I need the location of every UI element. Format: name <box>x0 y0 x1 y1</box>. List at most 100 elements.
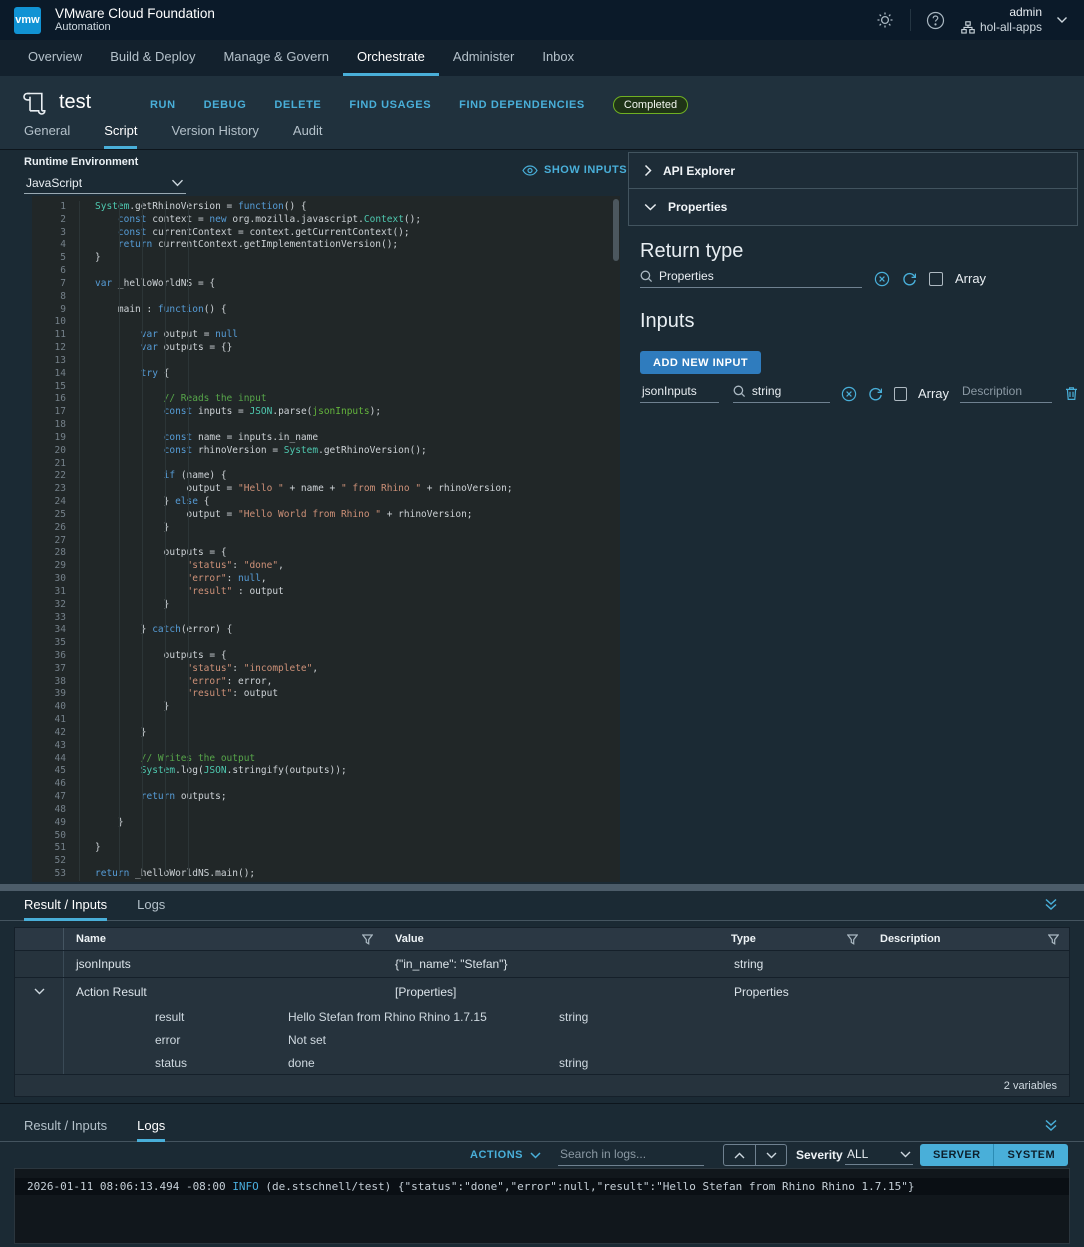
log-search-input[interactable] <box>558 1145 704 1166</box>
severity-select[interactable]: ALL <box>845 1145 913 1165</box>
filter-icon[interactable] <box>362 934 373 945</box>
code-line: 37 "status": "incomplete", <box>32 663 620 676</box>
refresh-icon[interactable] <box>868 386 883 401</box>
code-text <box>80 778 95 791</box>
result-inputs-panel: Result / Inputs Logs NameValueTypeDescrip… <box>0 891 1084 1103</box>
table-header: NameValueTypeDescription <box>15 928 1069 951</box>
theme-toggle-icon[interactable] <box>874 9 896 31</box>
code-line: 26 } <box>32 522 620 535</box>
panel-splitter[interactable] <box>0 884 1084 891</box>
return-array-checkbox[interactable] <box>929 272 943 286</box>
filter-icon[interactable] <box>847 934 858 945</box>
log-output[interactable]: 2026-01-11 08:06:13.494 -08:00 INFO (de.… <box>14 1168 1070 1244</box>
nav-item-inbox[interactable]: Inbox <box>528 40 588 76</box>
tab-audit[interactable]: Audit <box>293 123 323 149</box>
tab-version-history[interactable]: Version History <box>171 123 258 149</box>
nav-item-overview[interactable]: Overview <box>14 40 96 76</box>
code-line: 20 const rhinoVersion = System.getRhinoV… <box>32 445 620 458</box>
action-button-find-dependencies[interactable]: FIND DEPENDENCIES <box>459 99 585 111</box>
api-explorer-accordion[interactable]: API Explorer <box>628 152 1078 189</box>
code-line: 18 <box>32 419 620 432</box>
tab-result-inputs[interactable]: Result / Inputs <box>24 891 107 921</box>
line-number: 13 <box>32 355 80 368</box>
nav-item-orchestrate[interactable]: Orchestrate <box>343 40 439 76</box>
line-number: 34 <box>32 624 80 637</box>
line-number: 39 <box>32 688 80 701</box>
trash-icon[interactable] <box>1065 386 1078 401</box>
clear-icon[interactable] <box>874 271 890 287</box>
line-number: 36 <box>32 650 80 663</box>
vmw-logo: vmw <box>14 7 41 34</box>
nav-item-administer[interactable]: Administer <box>439 40 528 76</box>
logs-toolbar: ACTIONS Severity ALL SERVER SYSTEM ↑ ↓ <box>0 1142 1084 1168</box>
table-row[interactable]: resultHello Stefan from Rhino Rhino 1.7.… <box>15 1005 1069 1028</box>
input-name-field[interactable]: jsonInputs <box>640 384 719 403</box>
code-line: 21 <box>32 458 620 471</box>
user-menu[interactable]: admin hol-all-apps <box>961 5 1042 35</box>
code-line: 27 <box>32 535 620 548</box>
code-text: if (name) { <box>80 470 227 483</box>
line-number: 17 <box>32 406 80 419</box>
code-editor[interactable]: 1System.getRhinoVersion = function() {2 … <box>32 196 620 882</box>
collapse-panel-icon[interactable] <box>1044 897 1058 911</box>
tab-general[interactable]: General <box>24 123 70 149</box>
code-text: return _helloWorldNS.main(); <box>80 868 255 881</box>
brand: VMware Cloud Foundation Automation <box>55 6 215 34</box>
runtime-select[interactable]: JavaScript <box>24 174 186 194</box>
nav-item-build-deploy[interactable]: Build & Deploy <box>96 40 209 76</box>
action-button-run[interactable]: RUN <box>150 99 176 111</box>
tab-logs[interactable]: Logs <box>137 891 165 921</box>
main-nav: OverviewBuild & DeployManage & GovernOrc… <box>0 40 1084 76</box>
tab-logs[interactable]: Logs <box>137 1112 165 1142</box>
log-entry[interactable]: 2026-01-11 08:06:13.494 -08:00 INFO (de.… <box>15 1178 1069 1195</box>
collapse-panel-icon[interactable] <box>1044 1118 1058 1132</box>
chevron-down-icon <box>900 1151 911 1158</box>
code-text <box>80 381 95 394</box>
previous-match-button[interactable] <box>724 1145 755 1165</box>
tab-script[interactable]: Script <box>104 123 137 149</box>
add-new-input-button[interactable]: ADD NEW INPUT <box>640 351 761 374</box>
code-text: } <box>80 522 169 535</box>
sort-ascending-icon[interactable]: ↑ <box>1041 1147 1048 1163</box>
line-number: 7 <box>32 278 80 291</box>
line-number: 2 <box>32 214 80 227</box>
user-menu-chevron-icon[interactable] <box>1056 16 1068 24</box>
input-type-field[interactable]: string <box>733 384 831 403</box>
input-array-checkbox[interactable] <box>894 387 906 401</box>
refresh-icon[interactable] <box>902 271 917 286</box>
table-row[interactable]: errorNot set <box>15 1028 1069 1051</box>
table-row[interactable]: Action Result[Properties]Properties <box>15 978 1069 1005</box>
code-line: 45 System.log(JSON.stringify(outputs)); <box>32 765 620 778</box>
expand-caret-icon[interactable] <box>34 988 45 995</box>
code-line: 10 <box>32 316 620 329</box>
return-type-field[interactable]: Properties <box>640 269 862 288</box>
line-number: 51 <box>32 842 80 855</box>
actions-menu-button[interactable]: ACTIONS <box>470 1149 541 1161</box>
properties-accordion[interactable]: Properties <box>628 189 1078 226</box>
editor-scrollbar[interactable] <box>613 199 619 261</box>
action-button-delete[interactable]: DELETE <box>274 99 321 111</box>
clear-icon[interactable] <box>841 386 857 402</box>
tab-result-inputs[interactable]: Result / Inputs <box>24 1112 107 1142</box>
line-number: 4 <box>32 239 80 252</box>
line-number: 24 <box>32 496 80 509</box>
server-toggle-button[interactable]: SERVER <box>920 1144 993 1166</box>
code-line: 51} <box>32 842 620 855</box>
line-number: 20 <box>32 445 80 458</box>
nav-item-manage-govern[interactable]: Manage & Govern <box>209 40 343 76</box>
next-match-button[interactable] <box>755 1145 786 1165</box>
show-inputs-button[interactable]: SHOW INPUTS <box>522 164 627 176</box>
action-button-find-usages[interactable]: FIND USAGES <box>349 99 431 111</box>
table-row[interactable]: jsonInputs{"in_name": "Stefan"}string <box>15 951 1069 978</box>
return-type-heading: Return type <box>640 240 1078 263</box>
code-text: } <box>80 842 101 855</box>
line-number: 33 <box>32 612 80 625</box>
filter-icon[interactable] <box>1048 934 1059 945</box>
cell-name: status <box>143 1056 276 1070</box>
action-button-debug[interactable]: DEBUG <box>204 99 247 111</box>
input-description-field[interactable] <box>960 384 1052 403</box>
help-icon[interactable] <box>925 9 947 31</box>
sort-descending-icon[interactable]: ↓ <box>1054 1147 1061 1163</box>
app-header: vmw VMware Cloud Foundation Automation a… <box>0 0 1084 40</box>
table-row[interactable]: statusdonestring <box>15 1051 1069 1074</box>
